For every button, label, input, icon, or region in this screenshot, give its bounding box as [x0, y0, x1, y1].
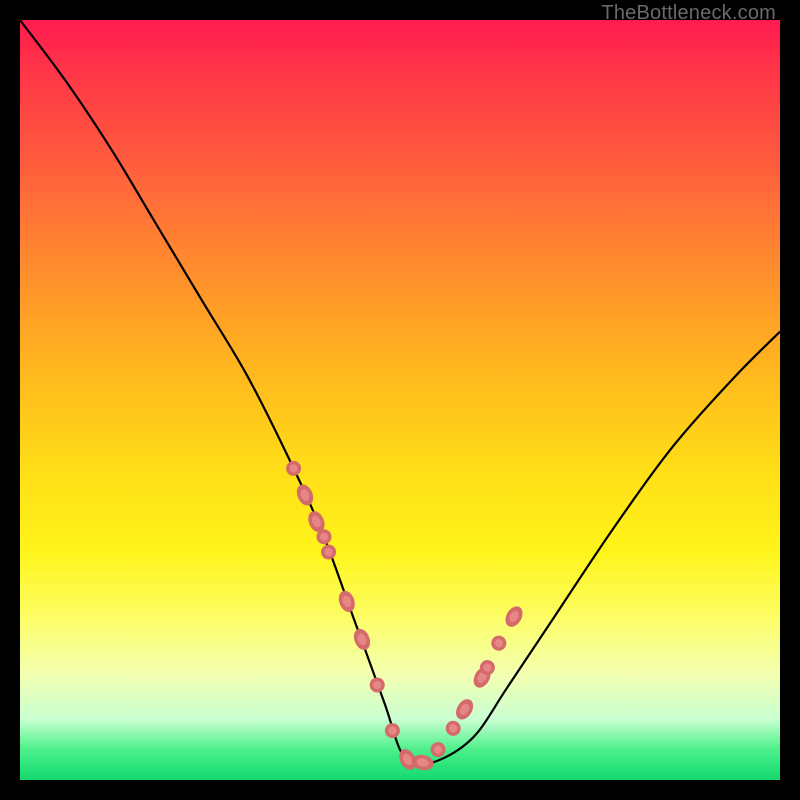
curve-marker [489, 633, 509, 653]
curve-marker [443, 718, 464, 739]
curve-marker [502, 603, 526, 630]
chart-frame [20, 20, 780, 780]
curve-marker [453, 696, 477, 723]
plot-area [20, 20, 780, 780]
curve-marker [383, 721, 402, 740]
bottleneck-curve [20, 20, 780, 765]
curve-marker [319, 543, 338, 562]
curve-marker [411, 753, 436, 772]
curve-svg [20, 20, 780, 780]
curve-marker [336, 588, 358, 614]
curve-marker [294, 482, 316, 508]
curve-marker [368, 676, 387, 695]
curve-marker [286, 461, 301, 476]
curve-marker [351, 626, 373, 652]
attribution-text: TheBottleneck.com [601, 2, 776, 25]
